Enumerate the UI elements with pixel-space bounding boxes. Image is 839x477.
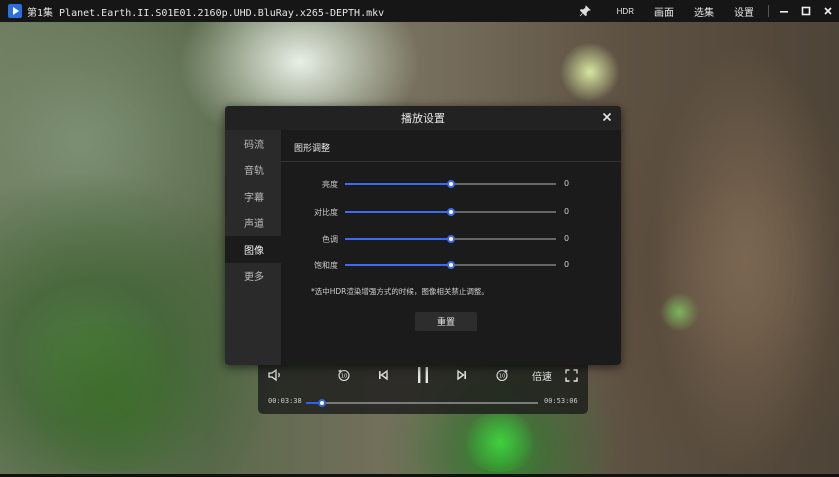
section-title: 图形调整	[294, 144, 331, 154]
play-logo-icon	[8, 4, 22, 18]
slider-value: 0	[564, 260, 570, 269]
current-time: 00:03:38	[268, 397, 302, 405]
settings-menu[interactable]: 设置	[734, 4, 754, 19]
sidebar-item-label: 音轨	[244, 166, 264, 178]
sidebar-item-audio-track[interactable]: 音轨	[225, 157, 281, 184]
sidebar-item-more[interactable]: 更多	[225, 263, 281, 290]
saturation-slider-row: 饱和度 0	[281, 258, 621, 272]
title-bar[interactable]: 第1集 Planet.Earth.II.S01E01.2160p.UHD.Blu…	[0, 0, 839, 22]
sidebar-item-label: 图像	[244, 245, 264, 257]
foliage-blur	[0, 322, 220, 472]
slider-fill	[345, 264, 451, 266]
minimize-icon[interactable]	[773, 0, 795, 22]
pause-icon[interactable]	[413, 366, 433, 384]
settings-panel: 图形调整 亮度 0 对比度 0 色调 0 饱和度 0 *选中HDR渲染增强方式的…	[281, 130, 621, 365]
slider-value: 0	[564, 234, 570, 243]
contrast-slider[interactable]	[345, 208, 556, 216]
speed-button[interactable]: 倍速	[530, 366, 554, 384]
maximize-icon[interactable]	[795, 0, 817, 22]
reset-button[interactable]: 重置	[415, 312, 477, 331]
contrast-slider-row: 对比度 0	[281, 205, 621, 219]
slider-fill	[345, 238, 451, 240]
sidebar-item-image[interactable]: 图像	[225, 236, 281, 263]
pin-icon[interactable]	[579, 5, 591, 17]
sidebar-item-label: 字幕	[244, 192, 264, 204]
sidebar-item-subtitles[interactable]: 字幕	[225, 183, 281, 210]
settings-sidebar: 码流 音轨 字幕 声道 图像 更多	[225, 130, 281, 365]
player-controls[interactable]: 10 10 倍速 00:03:38 00:53:06	[258, 360, 588, 414]
close-icon[interactable]	[602, 111, 612, 125]
brightness-slider-row: 亮度 0	[281, 177, 621, 191]
slider-label: 亮度	[322, 180, 338, 189]
next-icon[interactable]	[454, 366, 470, 384]
episodes-menu[interactable]: 选集	[694, 4, 714, 19]
sidebar-item-label: 声道	[244, 219, 264, 231]
previous-icon[interactable]	[375, 366, 391, 384]
total-time: 00:53:06	[544, 397, 578, 405]
saturation-slider[interactable]	[345, 261, 556, 269]
sidebar-item-label: 更多	[244, 272, 264, 284]
slider-label: 对比度	[314, 208, 338, 217]
progress-handle[interactable]	[317, 399, 326, 407]
svg-text:10: 10	[499, 374, 505, 380]
brightness-slider[interactable]	[345, 180, 556, 188]
hdr-note: *选中HDR渲染增强方式的时候，图像相关禁止调整。	[311, 287, 489, 296]
playback-settings-dialog[interactable]: 播放设置 码流 音轨 字幕 声道 图像 更多 图形调整 亮度 0 对比度 0 色…	[225, 106, 621, 365]
slider-handle[interactable]	[446, 180, 455, 188]
volume-icon[interactable]	[266, 366, 284, 384]
slider-handle[interactable]	[446, 208, 455, 216]
hue-slider[interactable]	[345, 235, 556, 243]
close-icon[interactable]	[817, 0, 839, 22]
slider-fill	[345, 183, 451, 185]
window-divider	[768, 5, 769, 17]
slider-handle[interactable]	[446, 261, 455, 269]
slider-label: 色调	[322, 235, 338, 244]
sidebar-item-bitrate[interactable]: 码流	[225, 130, 281, 157]
slider-fill	[345, 211, 451, 213]
forward-10-icon[interactable]: 10	[494, 366, 510, 384]
rewind-10-icon[interactable]: 10	[336, 366, 352, 384]
bokeh-highlight	[560, 42, 620, 102]
bokeh-highlight	[460, 412, 540, 472]
dialog-title: 播放设置	[401, 112, 445, 125]
sidebar-item-label: 码流	[244, 139, 264, 151]
slider-value: 0	[564, 207, 570, 216]
slider-label: 饱和度	[314, 261, 338, 270]
sidebar-item-channels[interactable]: 声道	[225, 210, 281, 237]
tree-bark-blur	[650, 42, 839, 472]
fullscreen-icon[interactable]	[563, 366, 579, 384]
section-divider	[281, 161, 621, 162]
file-title: 第1集 Planet.Earth.II.S01E01.2160p.UHD.Blu…	[27, 7, 385, 19]
slider-handle[interactable]	[446, 235, 455, 243]
dialog-header: 播放设置	[225, 106, 621, 130]
slider-value: 0	[564, 179, 570, 188]
hue-slider-row: 色调 0	[281, 232, 621, 246]
svg-text:10: 10	[341, 374, 347, 380]
picture-menu[interactable]: 画面	[654, 4, 674, 19]
hdr-button[interactable]: HDR	[617, 7, 634, 16]
progress-bar[interactable]	[306, 399, 538, 407]
